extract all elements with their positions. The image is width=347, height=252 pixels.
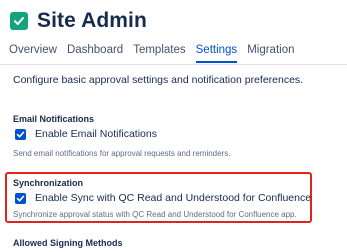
page-title: Site Admin <box>37 9 147 32</box>
tab-migration[interactable]: Migration <box>247 44 294 63</box>
email-notifications-label: Enable Email Notifications <box>35 128 157 140</box>
email-notifications-help: Send email notifications for approval re… <box>13 149 231 158</box>
sync-label: Enable Sync with QC Read and Understood … <box>35 192 312 204</box>
tab-bar: Overview Dashboard Templates Settings Mi… <box>9 44 305 63</box>
sync-checkbox[interactable] <box>15 192 26 204</box>
check-icon <box>10 12 28 30</box>
tab-overview[interactable]: Overview <box>9 44 57 63</box>
tabs-divider <box>0 64 347 65</box>
tab-templates[interactable]: Templates <box>133 44 185 63</box>
settings-intro: Configure basic approval settings and no… <box>13 74 304 86</box>
email-notifications-checkbox[interactable] <box>15 128 26 140</box>
page-header: Site Admin <box>10 9 147 33</box>
sync-option[interactable]: Enable Sync with QC Read and Understood … <box>15 192 311 204</box>
email-notifications-title: Email Notifications <box>13 114 95 124</box>
tab-dashboard[interactable]: Dashboard <box>67 44 123 63</box>
email-notifications-option[interactable]: Enable Email Notifications <box>15 128 157 140</box>
synchronization-title: Synchronization <box>13 178 84 188</box>
sync-help: Synchronize approval status with QC Read… <box>13 210 297 219</box>
tab-settings[interactable]: Settings <box>195 44 238 63</box>
allowed-signing-methods-title: Allowed Signing Methods <box>13 238 123 248</box>
